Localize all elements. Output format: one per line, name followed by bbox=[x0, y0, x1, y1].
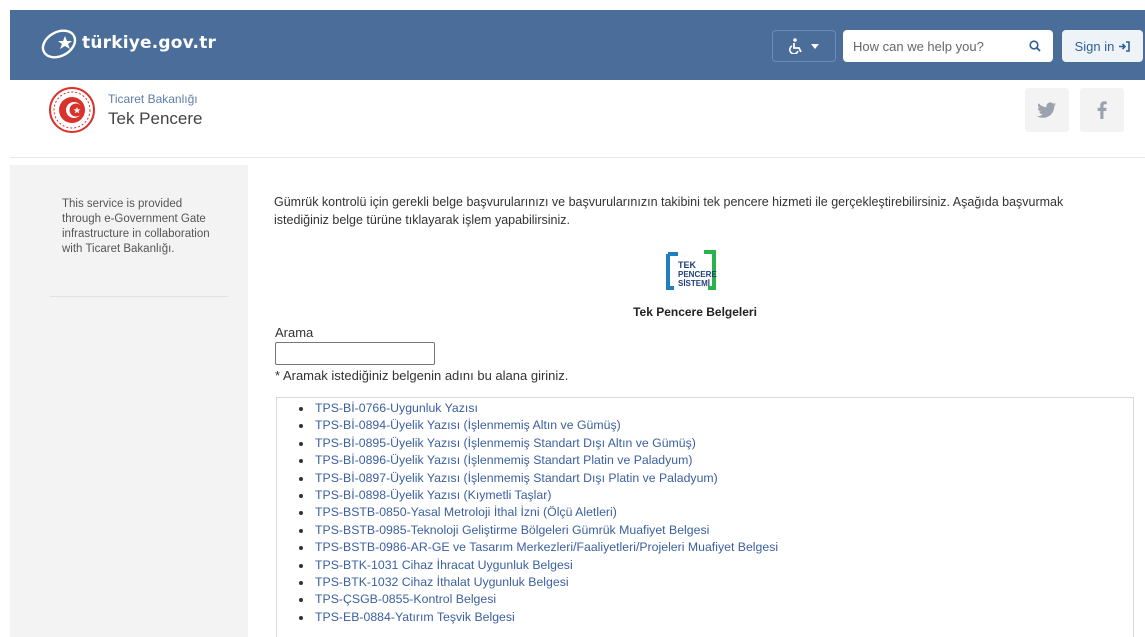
document-link[interactable]: TPS-BSTB-0985-Teknoloji Geliştirme Bölge… bbox=[297, 522, 1133, 539]
logo-line-1: TEK bbox=[678, 260, 697, 270]
twitter-icon bbox=[1037, 102, 1056, 118]
sidebar-divider bbox=[50, 296, 228, 297]
top-bar: türkiye.gov.tr Sign in bbox=[10, 10, 1145, 80]
document-link[interactable]: TPS-BSTB-0986-AR-GE ve Tasarım Merkezler… bbox=[297, 539, 1133, 556]
document-link[interactable]: TPS-BTK-1032 Cihaz İthalat Uygunluk Belg… bbox=[297, 574, 1133, 591]
search-hint: * Aramak istediğiniz belgenin adını bu a… bbox=[275, 368, 569, 383]
section-title: Tek Pencere Belgeleri bbox=[633, 305, 757, 319]
logo-swoosh-icon bbox=[41, 29, 77, 59]
document-list-box[interactable]: TPS-Bİ-0766-Uygunluk Yazısı TPS-Bİ-0894-Ü… bbox=[276, 397, 1134, 637]
search-box bbox=[843, 30, 1053, 62]
document-link[interactable]: TPS-Bİ-0895-Üyelik Yazısı (İşlenmemiş St… bbox=[297, 435, 1133, 452]
service-info-text: This service is provided through e-Gover… bbox=[62, 198, 210, 255]
tek-pencere-sistemi-logo: TEK PENCERE SİSTEMİ bbox=[666, 250, 717, 290]
document-link[interactable]: TPS-Bİ-0894-Üyelik Yazısı (İşlenmemiş Al… bbox=[297, 417, 1133, 434]
logo-line-2: PENCERE bbox=[678, 270, 717, 279]
service-header: Ticaret Bakanlığı Tek Pencere bbox=[10, 80, 1145, 158]
document-link[interactable]: TPS-Bİ-0898-Üyelik Yazısı (Kıymetli Taşl… bbox=[297, 487, 1133, 504]
document-link[interactable]: TPS-Bİ-0896-Üyelik Yazısı (İşlenmemiş St… bbox=[297, 452, 1133, 469]
document-link[interactable]: TPS-BSTB-0850-Yasal Metroloji İthal İzni… bbox=[297, 504, 1133, 521]
sign-in-label: Sign in bbox=[1074, 38, 1115, 54]
logo-line-3: SİSTEMİ bbox=[678, 279, 710, 288]
search-input[interactable] bbox=[843, 30, 1023, 62]
ministry-name: Ticaret Bakanlığı bbox=[108, 92, 198, 106]
document-link[interactable]: TPS-Bİ-0897-Üyelik Yazısı (İşlenmemiş St… bbox=[297, 470, 1133, 487]
sidebar: This service is provided through e-Gover… bbox=[10, 165, 248, 637]
ministry-seal-icon bbox=[49, 87, 95, 133]
accessibility-icon bbox=[789, 38, 802, 54]
document-link[interactable]: TPS-BTK-1031 Cihaz İhracat Uygunluk Belg… bbox=[297, 557, 1133, 574]
intro-text: Gümrük kontrolü için gerekli belge başvu… bbox=[274, 195, 1064, 227]
logo-text: türkiye.gov.tr bbox=[82, 33, 217, 53]
turkiye-gov-logo[interactable]: türkiye.gov.tr bbox=[38, 22, 216, 66]
service-title: Tek Pencere bbox=[108, 109, 203, 128]
document-search-input[interactable] bbox=[275, 342, 435, 365]
chevron-down-icon bbox=[811, 43, 819, 49]
twitter-share-button[interactable] bbox=[1025, 88, 1069, 132]
search-icon[interactable] bbox=[1023, 40, 1047, 52]
document-link[interactable]: TPS-EB-0884-Yatırım Teşvik Belgesi bbox=[297, 609, 1133, 626]
facebook-share-button[interactable] bbox=[1080, 88, 1124, 132]
sign-in-button[interactable]: Sign in bbox=[1062, 30, 1143, 62]
search-label: Arama bbox=[275, 325, 314, 340]
facebook-icon bbox=[1097, 101, 1107, 119]
main-content: Gümrük kontrolü için gerekli belge başvu… bbox=[248, 165, 1145, 637]
document-list: TPS-Bİ-0766-Uygunluk Yazısı TPS-Bİ-0894-Ü… bbox=[297, 400, 1133, 626]
sign-in-icon bbox=[1119, 40, 1131, 52]
accessibility-menu-button[interactable] bbox=[772, 30, 836, 62]
document-link[interactable]: TPS-ÇSGB-0855-Kontrol Belgesi bbox=[297, 591, 1133, 608]
document-link[interactable]: TPS-Bİ-0766-Uygunluk Yazısı bbox=[297, 400, 1133, 417]
